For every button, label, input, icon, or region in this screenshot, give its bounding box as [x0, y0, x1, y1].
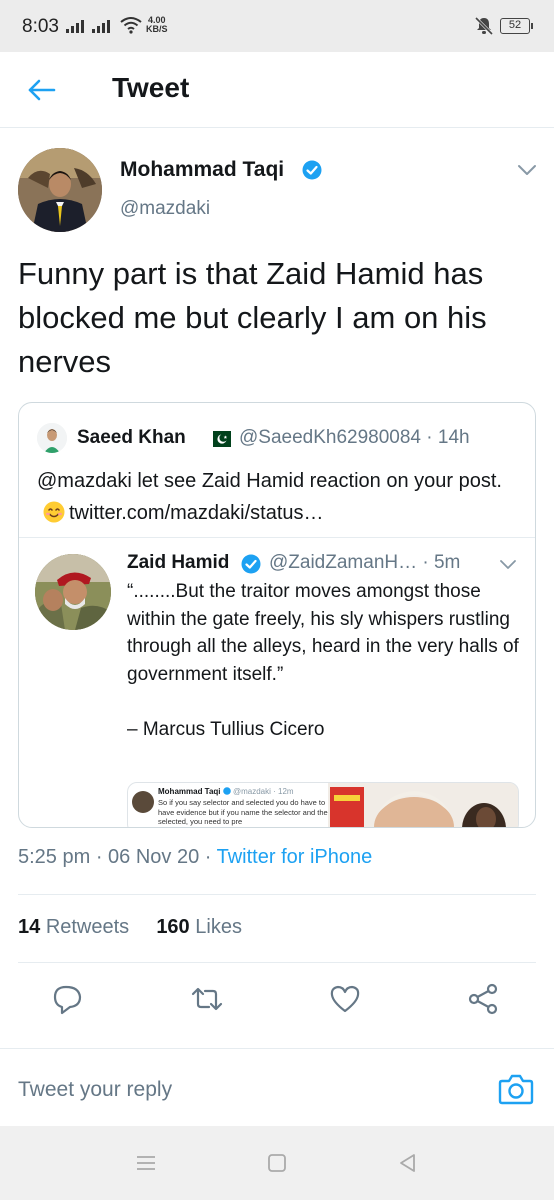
nested-author-avatar [35, 554, 111, 630]
reply-input[interactable] [18, 1075, 458, 1105]
wifi-icon [120, 17, 142, 34]
status-bar: 8:03 4.00 KB/S 52 [0, 0, 554, 52]
back-triangle-icon[interactable] [396, 1152, 420, 1174]
likes-label: Likes [195, 916, 242, 938]
tweet-text: Funny part is that Zaid Hamid has blocke… [18, 256, 487, 379]
smiling-face-emoji-icon [43, 501, 65, 523]
home-icon[interactable] [265, 1152, 289, 1174]
share-icon[interactable] [466, 982, 500, 1016]
screenshot-author-name: Mohammad Taqi [158, 787, 221, 796]
retweets-label: Retweets [45, 916, 130, 938]
network-speed-unit: KB/S [146, 24, 168, 34]
quoted-handle-time: @SaeedKh62980084 · 14h [239, 427, 470, 448]
quoted-author-avatar [37, 423, 67, 453]
author-avatar[interactable] [18, 148, 102, 232]
page-title: Tweet [112, 72, 190, 103]
divider [18, 894, 536, 895]
author-name[interactable]: Mohammad Taqi [120, 158, 284, 182]
quoted-text-body: @mazdaki let see Zaid Hamid reaction on … [37, 470, 502, 492]
nested-handle-time: @ZaidZamanH… · 5m [269, 552, 461, 573]
tweet-source-link[interactable]: Twitter for iPhone [217, 846, 373, 868]
signal-icon [66, 19, 84, 33]
timestamp-text: 5:25 pm · 06 Nov 20 · [18, 846, 217, 868]
heart-icon[interactable] [328, 982, 362, 1016]
avatar-image [37, 423, 67, 453]
menu-icon[interactable] [134, 1152, 158, 1174]
divider [18, 962, 536, 963]
photo-image [328, 783, 518, 827]
retweet-icon[interactable] [190, 982, 224, 1016]
screenshot-handle-time: @mazdaki · 12m [233, 787, 294, 796]
tweet-stats: 14 Retweets 160 Likes [18, 916, 242, 939]
battery-indicator: 52 [500, 18, 533, 34]
nested-tweet-text: “........But the traitor moves amongst t… [127, 581, 519, 740]
network-speed: 4.00 KB/S [146, 16, 168, 34]
system-navigation-bar [0, 1126, 554, 1200]
tweet-timestamp: 5:25 pm · 06 Nov 20 · Twitter for iPhone [18, 846, 372, 869]
screenshot-tweet-text: So if you say selector and selected you … [158, 798, 328, 826]
retweets-stat[interactable]: 14 Retweets [18, 916, 129, 938]
quoted-tweet-text: @mazdaki let see Zaid Hamid reaction on … [37, 465, 519, 529]
comment-icon[interactable] [51, 982, 85, 1016]
nested-author-name: Zaid Hamid [127, 552, 230, 573]
status-time: 8:03 [22, 16, 59, 37]
tweet-actions [0, 976, 554, 1024]
signal-icon [92, 19, 110, 33]
chevron-down-icon[interactable] [516, 162, 538, 178]
reply-composer [0, 1048, 554, 1126]
verified-badge-icon [241, 554, 261, 574]
quoted-author-name: Saeed Khan [77, 427, 186, 448]
avatar [132, 791, 154, 813]
pakistan-flag-icon [207, 431, 231, 447]
verified-badge-icon [302, 160, 322, 180]
avatar-image [18, 148, 102, 232]
screenshot-photo [328, 783, 518, 827]
screenshot-header: Mohammad Taqi @mazdaki · 12m [158, 787, 294, 796]
avatar-image [35, 554, 111, 630]
retweets-count: 14 [18, 916, 41, 938]
quoted-tweet-link[interactable]: twitter.com/mazdaki/status… [69, 502, 324, 524]
author-handle[interactable]: @mazdaki [120, 198, 210, 220]
likes-count: 160 [156, 916, 190, 938]
top-app-bar: Tweet [0, 52, 554, 128]
likes-stat[interactable]: 160 Likes [156, 916, 242, 938]
nested-quoted-tweet[interactable]: Zaid Hamid @ZaidZamanH… · 5m “........Bu… [19, 537, 535, 827]
arrow-left-icon[interactable] [26, 74, 58, 106]
chevron-down-icon[interactable] [499, 558, 517, 571]
notifications-off-icon [474, 16, 494, 36]
quoted-tweet-card[interactable]: Saeed Khan @SaeedKh62980084 · 14h @mazda… [18, 402, 536, 828]
camera-icon[interactable] [498, 1073, 534, 1105]
verified-badge-icon [222, 787, 231, 795]
embedded-tweet-screenshot: Mohammad Taqi @mazdaki · 12m So if you s… [127, 782, 519, 827]
